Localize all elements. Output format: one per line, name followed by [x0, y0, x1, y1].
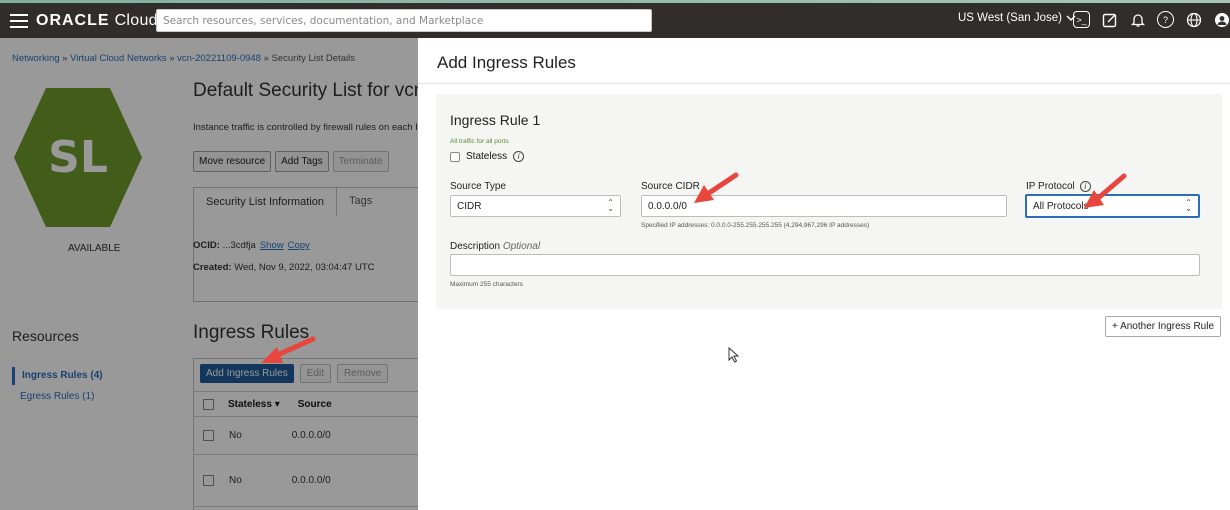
- edit-icon[interactable]: [1101, 11, 1118, 28]
- stateless-label: Stateless: [466, 151, 508, 162]
- rule-summary: All traffic for all ports: [450, 138, 509, 145]
- panel-title: Add Ingress Rules: [437, 53, 576, 72]
- ingress-rule-card: Ingress Rule 1 All traffic for all ports…: [436, 94, 1222, 309]
- info-icon[interactable]: i: [513, 151, 525, 162]
- ip-protocol-label-group: IP Protocol i: [1026, 181, 1091, 192]
- source-cidr-input[interactable]: 0.0.0.0/0: [641, 195, 1007, 217]
- select-arrows-icon: ⌃ ⌄: [1185, 198, 1192, 213]
- description-label-group: Description Optional: [450, 241, 540, 252]
- mouse-cursor-icon: [728, 347, 740, 363]
- description-label: Description: [450, 241, 501, 252]
- select-arrows-icon: ⌃ ⌄: [607, 198, 614, 213]
- bell-icon[interactable]: [1129, 11, 1146, 28]
- ip-protocol-label: IP Protocol: [1026, 181, 1075, 192]
- oracle-cloud-logo[interactable]: ORACLE Cloud: [36, 12, 158, 30]
- add-ingress-rules-panel: Add Ingress Rules Ingress Rule 1 All tra…: [418, 38, 1230, 510]
- help-icon[interactable]: ?: [1157, 11, 1174, 28]
- search-input[interactable]: Search resources, services, documentatio…: [156, 9, 652, 32]
- source-cidr-label: Source CIDR: [641, 181, 700, 192]
- source-type-select[interactable]: CIDR ⌃ ⌄: [450, 195, 621, 217]
- region-selector[interactable]: US West (San Jose): [958, 12, 1076, 24]
- description-hint: Maximum 255 characters: [450, 281, 523, 288]
- top-navigation-bar: ORACLE Cloud Search resources, services,…: [0, 3, 1230, 38]
- ip-protocol-select[interactable]: All Protocols ⌃ ⌄: [1025, 194, 1200, 218]
- globe-icon[interactable]: [1185, 11, 1202, 28]
- source-cidr-hint: Specified IP addresses: 0.0.0.0-255.255.…: [641, 222, 870, 229]
- user-icon[interactable]: [1213, 11, 1230, 28]
- stateless-option: Stateless i: [450, 151, 525, 162]
- cloud-shell-icon[interactable]: >_: [1073, 11, 1090, 28]
- source-type-label: Source Type: [450, 181, 506, 192]
- menu-icon[interactable]: [10, 13, 28, 28]
- region-label: US West (San Jose): [958, 12, 1062, 24]
- rule-title: Ingress Rule 1: [450, 112, 541, 128]
- modal-overlay[interactable]: [0, 38, 418, 510]
- panel-divider: [418, 83, 1230, 84]
- another-ingress-rule-button[interactable]: + Another Ingress Rule: [1105, 316, 1222, 337]
- stateless-checkbox[interactable]: [450, 151, 460, 162]
- info-icon[interactable]: i: [1079, 181, 1091, 192]
- description-input[interactable]: [450, 254, 1200, 276]
- optional-label: Optional: [502, 241, 541, 252]
